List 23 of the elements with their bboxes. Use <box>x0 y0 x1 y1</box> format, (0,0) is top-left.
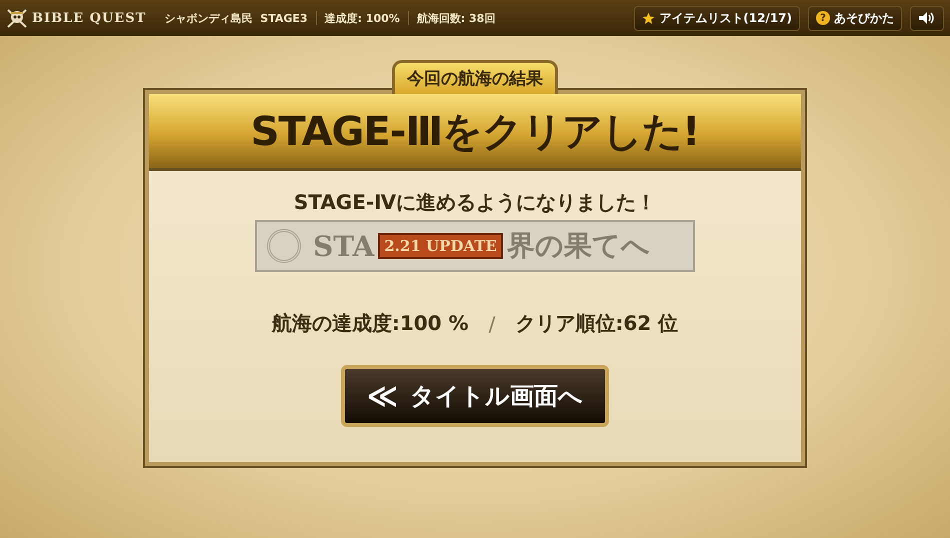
item-list-button[interactable]: アイテムリスト(12/17) <box>634 6 800 30</box>
clear-title: STAGE-Ⅲをクリアした! <box>250 108 700 156</box>
stage-label: STAGE3 <box>260 12 308 24</box>
banner-text: STA <box>313 230 374 262</box>
unlock-message: STAGE-Ⅳに進めるようになりました！ <box>294 189 656 216</box>
completion-label: 達成度: 100% <box>324 10 400 26</box>
title-screen-button[interactable]: ≪ タイトル画面へ <box>340 365 610 427</box>
completion-stat: 航海の達成度:100 % <box>272 310 469 337</box>
logo-text: BIBLE QUEST <box>32 10 146 26</box>
separator: / <box>488 312 496 336</box>
update-stamp: 2.21 UPDATE <box>378 233 503 259</box>
speaker-icon <box>918 11 936 25</box>
star-icon <box>642 12 656 24</box>
double-chevron-icon: ≪ <box>366 378 398 414</box>
skull-icon <box>6 7 28 29</box>
help-button[interactable]: ? あそびかた <box>808 6 902 30</box>
ring-icon <box>267 229 301 263</box>
sound-button[interactable] <box>910 6 944 30</box>
voyage-count: 航海回数: 38回 <box>416 10 496 26</box>
rank-stat: クリア順位:62 位 <box>515 310 678 337</box>
question-mark-icon: ? <box>816 11 830 25</box>
banner-text: 界の果てへ <box>506 228 650 264</box>
location-label: シャボンディ島民 <box>164 10 252 26</box>
